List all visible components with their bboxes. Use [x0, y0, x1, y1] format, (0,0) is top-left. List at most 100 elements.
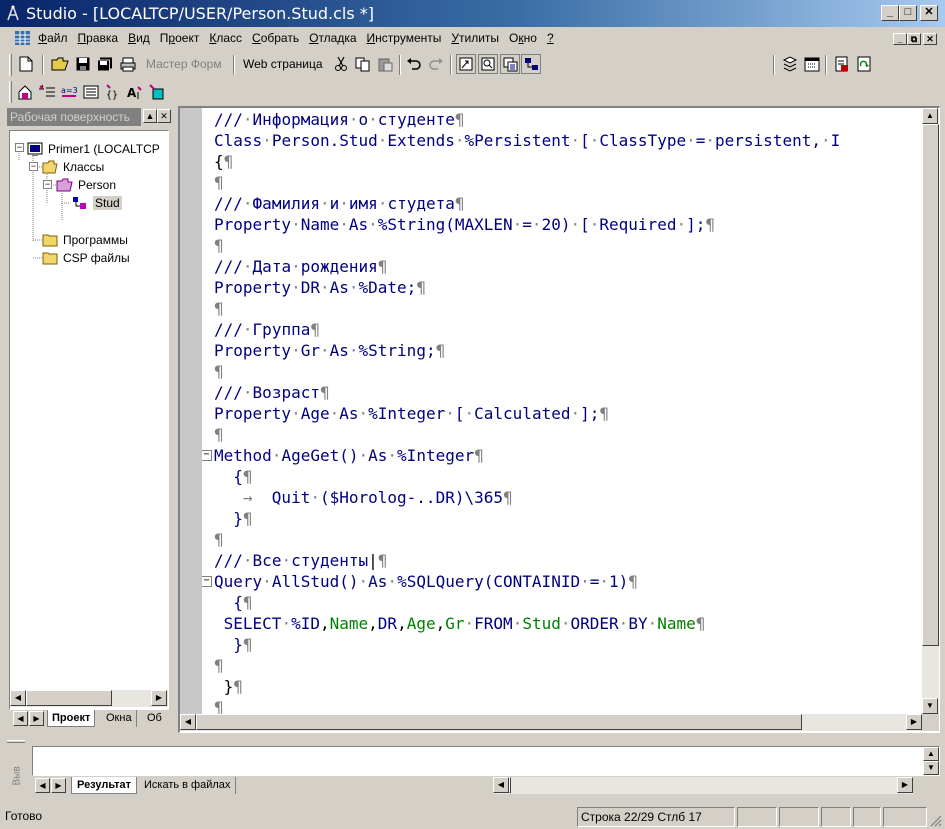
code-line[interactable]: {¶ [214, 466, 252, 487]
tab-objects[interactable]: Об [143, 710, 166, 727]
scroll-thumb[interactable] [196, 714, 802, 730]
scroll-left-button[interactable]: ◀ [493, 777, 509, 793]
compile-icon[interactable] [780, 54, 800, 74]
class-view-icon[interactable] [500, 54, 520, 74]
tree-item-root[interactable]: Primer1 (LOCALTCP [27, 139, 162, 157]
scroll-left-button[interactable]: ◀ [180, 714, 196, 730]
tab-find-in-files[interactable]: Искать в файлах [139, 777, 237, 794]
menu-item-3[interactable]: Проект [155, 27, 205, 49]
tab-scroll-right-button[interactable]: ▶ [29, 711, 44, 726]
tab-project[interactable]: Проект [47, 710, 96, 727]
code-line[interactable]: ///·Возраст¶ [214, 382, 330, 403]
close-button[interactable]: ✕ [920, 5, 938, 21]
tab-result[interactable]: Результат [71, 777, 138, 794]
trigger-wizard-icon[interactable] [147, 82, 167, 102]
copy-icon[interactable] [353, 54, 373, 74]
code-line[interactable]: ///·Информация·о·студенте¶ [214, 109, 465, 130]
open-folder-icon[interactable] [50, 54, 70, 74]
code-line[interactable]: Property·Name·As·%String(MAXLEN·=·20)·[·… [214, 214, 715, 235]
panel-close-button[interactable]: ✕ [157, 109, 171, 123]
code-line[interactable]: ¶ [214, 697, 224, 714]
code-line[interactable]: Class·Person.Stud·Extends·%Persistent·[·… [214, 130, 840, 151]
parameter-wizard-icon[interactable]: a=3 [59, 82, 79, 102]
code-line[interactable]: Property·DR·As·%Date;¶ [214, 277, 426, 298]
scroll-up-button[interactable]: ▲ [923, 747, 939, 761]
save-icon[interactable] [73, 54, 93, 74]
tree-item-package[interactable]: Person [56, 175, 118, 193]
code-line[interactable]: }¶ [214, 634, 252, 655]
query-wizard-icon[interactable]: {} [103, 82, 123, 102]
code-line[interactable]: ¶ [214, 424, 224, 445]
code-line[interactable]: ¶ [214, 655, 224, 676]
maximize-button[interactable]: □ [899, 5, 917, 21]
code-line[interactable]: ///·Все·студенты|¶ [214, 550, 387, 571]
mdi-minimize-button[interactable]: _ [893, 33, 907, 45]
scroll-up-button[interactable]: ▲ [922, 108, 938, 124]
code-line[interactable]: ¶ [214, 172, 224, 193]
scroll-down-button[interactable]: ▼ [922, 698, 938, 714]
class-wizard-icon[interactable] [15, 82, 35, 102]
fold-toggle[interactable]: − [202, 450, 212, 461]
minimize-button[interactable]: _ [881, 5, 899, 21]
redo-icon[interactable] [426, 54, 446, 74]
scroll-right-button[interactable]: ▶ [897, 777, 913, 793]
output-grip[interactable] [7, 740, 25, 743]
code-line[interactable]: ¶ [214, 529, 224, 550]
code-line[interactable]: Method·AgeGet()·As·%Integer¶ [214, 445, 484, 466]
code-line[interactable]: {¶ [214, 151, 233, 172]
code-line[interactable]: }¶ [214, 676, 243, 697]
save-all-icon[interactable] [95, 54, 115, 74]
code-line[interactable]: Property·Gr·As·%String;¶ [214, 340, 445, 361]
menu-item-4[interactable]: Класс [204, 27, 247, 49]
mdi-close-button[interactable]: ✕ [923, 33, 937, 45]
form-wizard-button[interactable]: Мастер Форм [146, 54, 222, 74]
refresh-document-icon[interactable] [854, 54, 874, 74]
code-line[interactable]: ¶ [214, 235, 224, 256]
toolbar-grip[interactable] [9, 54, 12, 76]
tree-item-class[interactable]: Stud [73, 193, 122, 211]
document-grid-icon[interactable] [14, 30, 31, 46]
scroll-thumb[interactable] [26, 690, 112, 706]
code-line[interactable]: Query·AllStud()·As·%SQLQuery(CONTAINID·=… [214, 571, 638, 592]
menu-item-6[interactable]: Отладка [304, 27, 361, 49]
fold-toggle[interactable]: − [202, 576, 212, 587]
index-wizard-icon[interactable]: A [125, 82, 145, 102]
undo-icon[interactable] [404, 54, 424, 74]
tab-scroll-right-button[interactable]: ▶ [51, 778, 66, 793]
code-line[interactable]: ///·Группа¶ [214, 319, 320, 340]
tab-windows[interactable]: Окна [102, 710, 137, 727]
find-icon[interactable] [456, 54, 476, 74]
tab-scroll-left-button[interactable]: ◀ [13, 711, 28, 726]
mdi-restore-button[interactable]: ⧉ [907, 33, 921, 45]
menu-item-10[interactable]: ? [542, 27, 559, 49]
code-line[interactable]: ///·Дата·рождения¶ [214, 256, 387, 277]
menu-item-5[interactable]: Собрать [247, 27, 304, 49]
scroll-right-button[interactable]: ▶ [906, 714, 922, 730]
code-line[interactable]: {¶ [214, 592, 252, 613]
menu-item-0[interactable]: Файл [33, 27, 73, 49]
scroll-thumb[interactable] [922, 124, 939, 646]
menu-item-8[interactable]: Утилиты [446, 27, 504, 49]
code-line[interactable]: ¶ [214, 298, 224, 319]
calendar-icon[interactable] [802, 54, 822, 74]
code-area[interactable]: ///·Информация·о·студенте¶ Class·Person.S… [202, 108, 922, 714]
toolbar-grip[interactable] [9, 81, 12, 103]
menu-item-1[interactable]: Правка [73, 27, 124, 49]
output-horizontal-scrollbar[interactable]: ◀ ▶ [493, 777, 913, 794]
tree-horizontal-scrollbar[interactable]: ◀ ▶ [10, 690, 168, 707]
resize-grip-icon[interactable] [930, 815, 942, 827]
new-file-icon[interactable] [16, 54, 36, 74]
scroll-right-button[interactable]: ▶ [151, 690, 167, 706]
paste-icon[interactable] [375, 54, 395, 74]
tree-item-programs[interactable]: Программы [42, 230, 130, 248]
tree-collapse-toggle[interactable]: − [15, 143, 24, 152]
editor-horizontal-scrollbar[interactable]: ◀ ▶ [180, 714, 922, 731]
tree-item-csp[interactable]: CSP файлы [42, 248, 132, 266]
menu-item-7[interactable]: Инструменты [362, 27, 447, 49]
code-line[interactable]: ¶ [214, 361, 224, 382]
print-icon[interactable] [118, 54, 138, 74]
tree-collapse-toggle[interactable]: − [29, 162, 38, 171]
output-area[interactable]: ▲ ▼ [32, 746, 940, 776]
code-line[interactable]: ///·Фамилия·и·имя·студета¶ [214, 193, 465, 214]
code-line[interactable]: }¶ [214, 508, 252, 529]
